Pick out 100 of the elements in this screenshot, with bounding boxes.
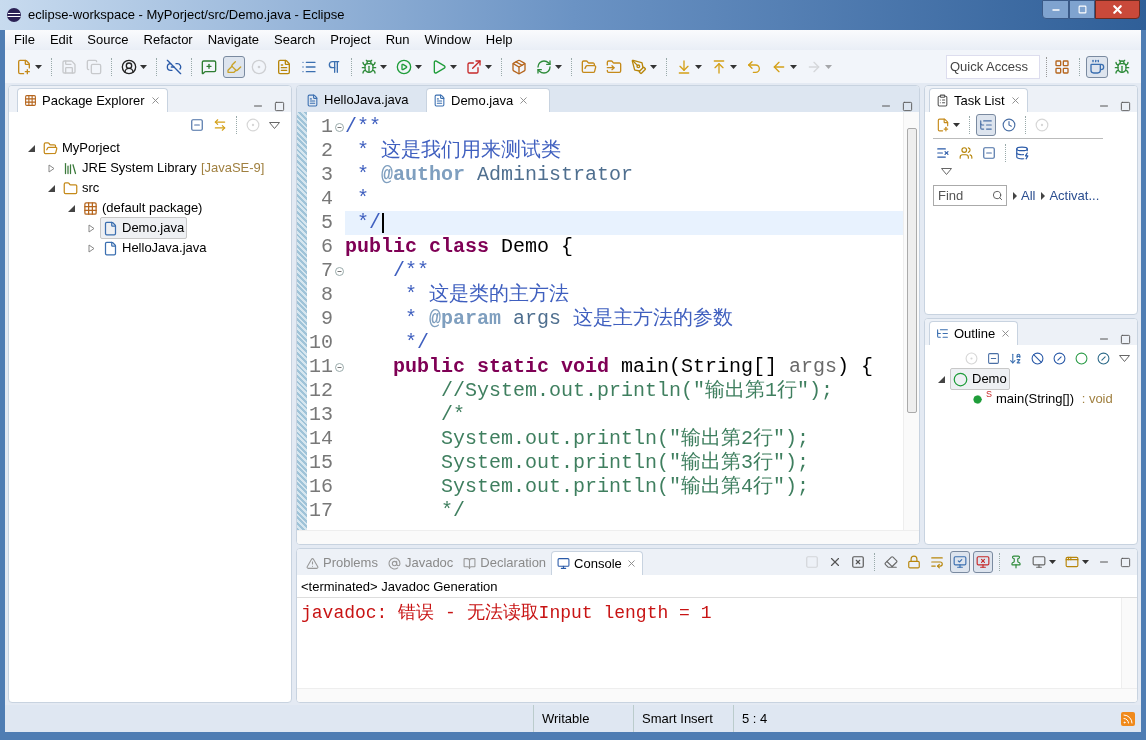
external-run-icon xyxy=(466,58,482,75)
collapsed-arrow-icon[interactable] xyxy=(47,163,56,173)
tree-item-decoration: [JavaSE-9] xyxy=(200,159,265,178)
arrow-up-icon xyxy=(711,58,727,75)
panel-tab[interactable]: Package Explorer xyxy=(17,88,168,112)
clear-icon xyxy=(884,555,898,569)
fold-icon[interactable] xyxy=(334,122,344,132)
collapsed-arrow-icon[interactable] xyxy=(87,243,96,253)
line-number: 12 xyxy=(308,379,333,403)
find-field[interactable]: Find xyxy=(933,185,1007,206)
line-number: 9 xyxy=(320,307,333,331)
tree-item[interactable]: (default package) xyxy=(80,197,206,219)
tab-label: Outline xyxy=(954,324,996,343)
maximize-icon[interactable] xyxy=(1120,556,1131,568)
broken-link-icon xyxy=(166,58,182,75)
play-icon xyxy=(396,58,412,75)
monitor-button[interactable] xyxy=(950,551,970,573)
pilcrow-icon xyxy=(326,58,342,75)
console-title: <terminated> Javadoc Generation xyxy=(300,578,499,596)
expanded-arrow-icon[interactable] xyxy=(47,183,56,193)
menu-item[interactable]: Project xyxy=(330,30,371,50)
maximize-icon[interactable] xyxy=(1120,100,1131,112)
hide-local-icon xyxy=(1097,351,1110,365)
close-icon[interactable] xyxy=(1009,95,1021,106)
monitor-error-button[interactable] xyxy=(973,551,993,573)
code-line: System.out.println("输出第2行"); xyxy=(440,427,811,451)
caret-icon xyxy=(695,64,702,69)
tree-list-button[interactable] xyxy=(976,114,996,136)
collapsed-arrow-icon[interactable] xyxy=(87,223,96,233)
tree-item[interactable]: Demo xyxy=(950,368,1010,390)
tree-item[interactable]: HelloJava.java xyxy=(100,237,210,259)
remove-icon xyxy=(828,555,842,569)
pin-icon xyxy=(1009,555,1023,569)
menu-item[interactable]: File xyxy=(14,30,35,50)
menu-item[interactable]: Run xyxy=(385,30,410,50)
minimize-button[interactable] xyxy=(1042,0,1069,19)
menu-item[interactable]: Search xyxy=(274,30,316,50)
panel-tab[interactable]: Outline xyxy=(929,321,1019,345)
code-line: * xyxy=(356,187,370,211)
tab-label: Task List xyxy=(954,91,1005,110)
problems-icon xyxy=(306,556,319,570)
view-tab[interactable]: Console xyxy=(551,551,643,575)
scrollbar-thumb[interactable] xyxy=(906,128,917,413)
tree-item[interactable]: src xyxy=(60,177,103,199)
maximize-button[interactable] xyxy=(1069,0,1095,19)
line-number: 17 xyxy=(308,499,333,523)
rss-icon[interactable] xyxy=(1121,711,1135,726)
vertical-scrollbar[interactable] xyxy=(903,112,919,530)
caret-icon xyxy=(450,64,457,69)
quick-access-field[interactable]: Quick Access xyxy=(946,54,1040,79)
expanded-arrow-icon[interactable] xyxy=(67,203,76,213)
close-icon[interactable] xyxy=(1000,328,1012,339)
menu-item[interactable]: Window xyxy=(424,30,471,50)
status-field: Smart Insert xyxy=(633,705,733,732)
tree-item[interactable]: JRE System Library [JavaSE-9] xyxy=(60,157,268,179)
maximize-icon[interactable] xyxy=(902,100,913,112)
status-field: 5 : 4 xyxy=(733,705,803,732)
java-perspective-button[interactable] xyxy=(1086,55,1108,78)
close-icon[interactable] xyxy=(625,558,637,569)
line-number: 2 xyxy=(320,139,333,163)
horizontal-scrollbar[interactable] xyxy=(297,530,919,544)
caret-icon xyxy=(825,64,832,69)
editor-tab[interactable]: HelloJava.java xyxy=(300,88,424,112)
close-icon[interactable] xyxy=(149,95,161,106)
close-button[interactable] xyxy=(1095,0,1140,19)
java-file-icon xyxy=(306,93,319,107)
horizontal-scrollbar[interactable] xyxy=(297,688,1137,702)
maximize-icon[interactable] xyxy=(1120,333,1131,345)
line-number: 7 xyxy=(320,259,333,283)
file-icon xyxy=(103,240,118,256)
tab-label: Console xyxy=(574,554,622,573)
tree-item[interactable]: MyPorject xyxy=(40,137,123,159)
menu-item[interactable]: Source xyxy=(87,30,129,50)
expanded-arrow-icon[interactable] xyxy=(27,143,36,153)
code-line: * @param args 这是主方法的参数 xyxy=(404,307,735,331)
fold-icon[interactable] xyxy=(334,266,344,276)
filter-link[interactable]: Activat... xyxy=(1049,185,1100,206)
line-number: 4 xyxy=(320,187,333,211)
vertical-scrollbar[interactable] xyxy=(1121,597,1137,688)
arrow-down-icon xyxy=(676,58,692,75)
tab-label: Demo.java xyxy=(451,91,514,110)
menu-item[interactable]: Help xyxy=(485,30,513,50)
panel-tab[interactable]: Task List xyxy=(929,88,1028,112)
line-number: 10 xyxy=(308,331,333,355)
tree-item[interactable]: S main(String[]) : void xyxy=(970,388,1116,410)
menu-item[interactable]: Navigate xyxy=(207,30,259,50)
editor-tab[interactable]: Demo.java xyxy=(426,88,550,112)
caret-icon xyxy=(380,64,387,69)
maximize-icon[interactable] xyxy=(274,100,285,112)
filter-link[interactable]: All xyxy=(1021,185,1036,206)
close-icon[interactable] xyxy=(518,95,530,106)
fold-icon[interactable] xyxy=(334,362,344,372)
circles-icon xyxy=(965,351,978,365)
tree-item[interactable]: Demo.java xyxy=(100,217,188,239)
highlighter-button[interactable] xyxy=(223,55,245,78)
expanded-arrow-icon[interactable] xyxy=(937,374,946,384)
menu-item[interactable]: Edit xyxy=(49,30,73,50)
circles-icon xyxy=(246,118,260,132)
menu-item[interactable]: Refactor xyxy=(143,30,193,50)
view-menu-icon[interactable] xyxy=(941,168,952,175)
